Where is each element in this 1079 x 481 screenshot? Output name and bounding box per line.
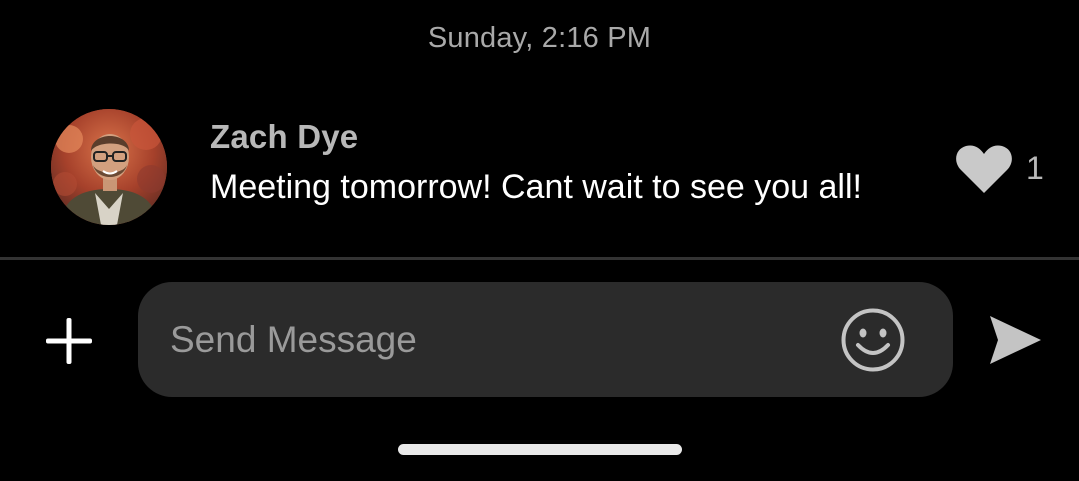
composer-divider xyxy=(0,257,1079,260)
home-indicator[interactable] xyxy=(398,444,682,455)
plus-icon[interactable] xyxy=(44,316,94,366)
smiley-face-icon[interactable] xyxy=(840,307,906,373)
like-count: 1 xyxy=(1026,150,1044,186)
message-row: Zach Dye Meeting tomorrow! Cant wait to … xyxy=(0,108,1079,228)
avatar-photo-icon xyxy=(51,109,167,225)
sender-avatar[interactable] xyxy=(51,109,167,225)
message-input-container[interactable] xyxy=(138,282,953,397)
send-icon[interactable] xyxy=(988,314,1042,366)
message-text: Meeting tomorrow! Cant wait to see you a… xyxy=(210,168,862,206)
conversation-timestamp: Sunday, 2:16 PM xyxy=(427,22,652,54)
send-message-input[interactable] xyxy=(170,312,810,368)
heart-icon[interactable] xyxy=(955,144,1013,194)
message-composer xyxy=(0,282,1079,398)
sender-name: Zach Dye xyxy=(210,118,359,155)
